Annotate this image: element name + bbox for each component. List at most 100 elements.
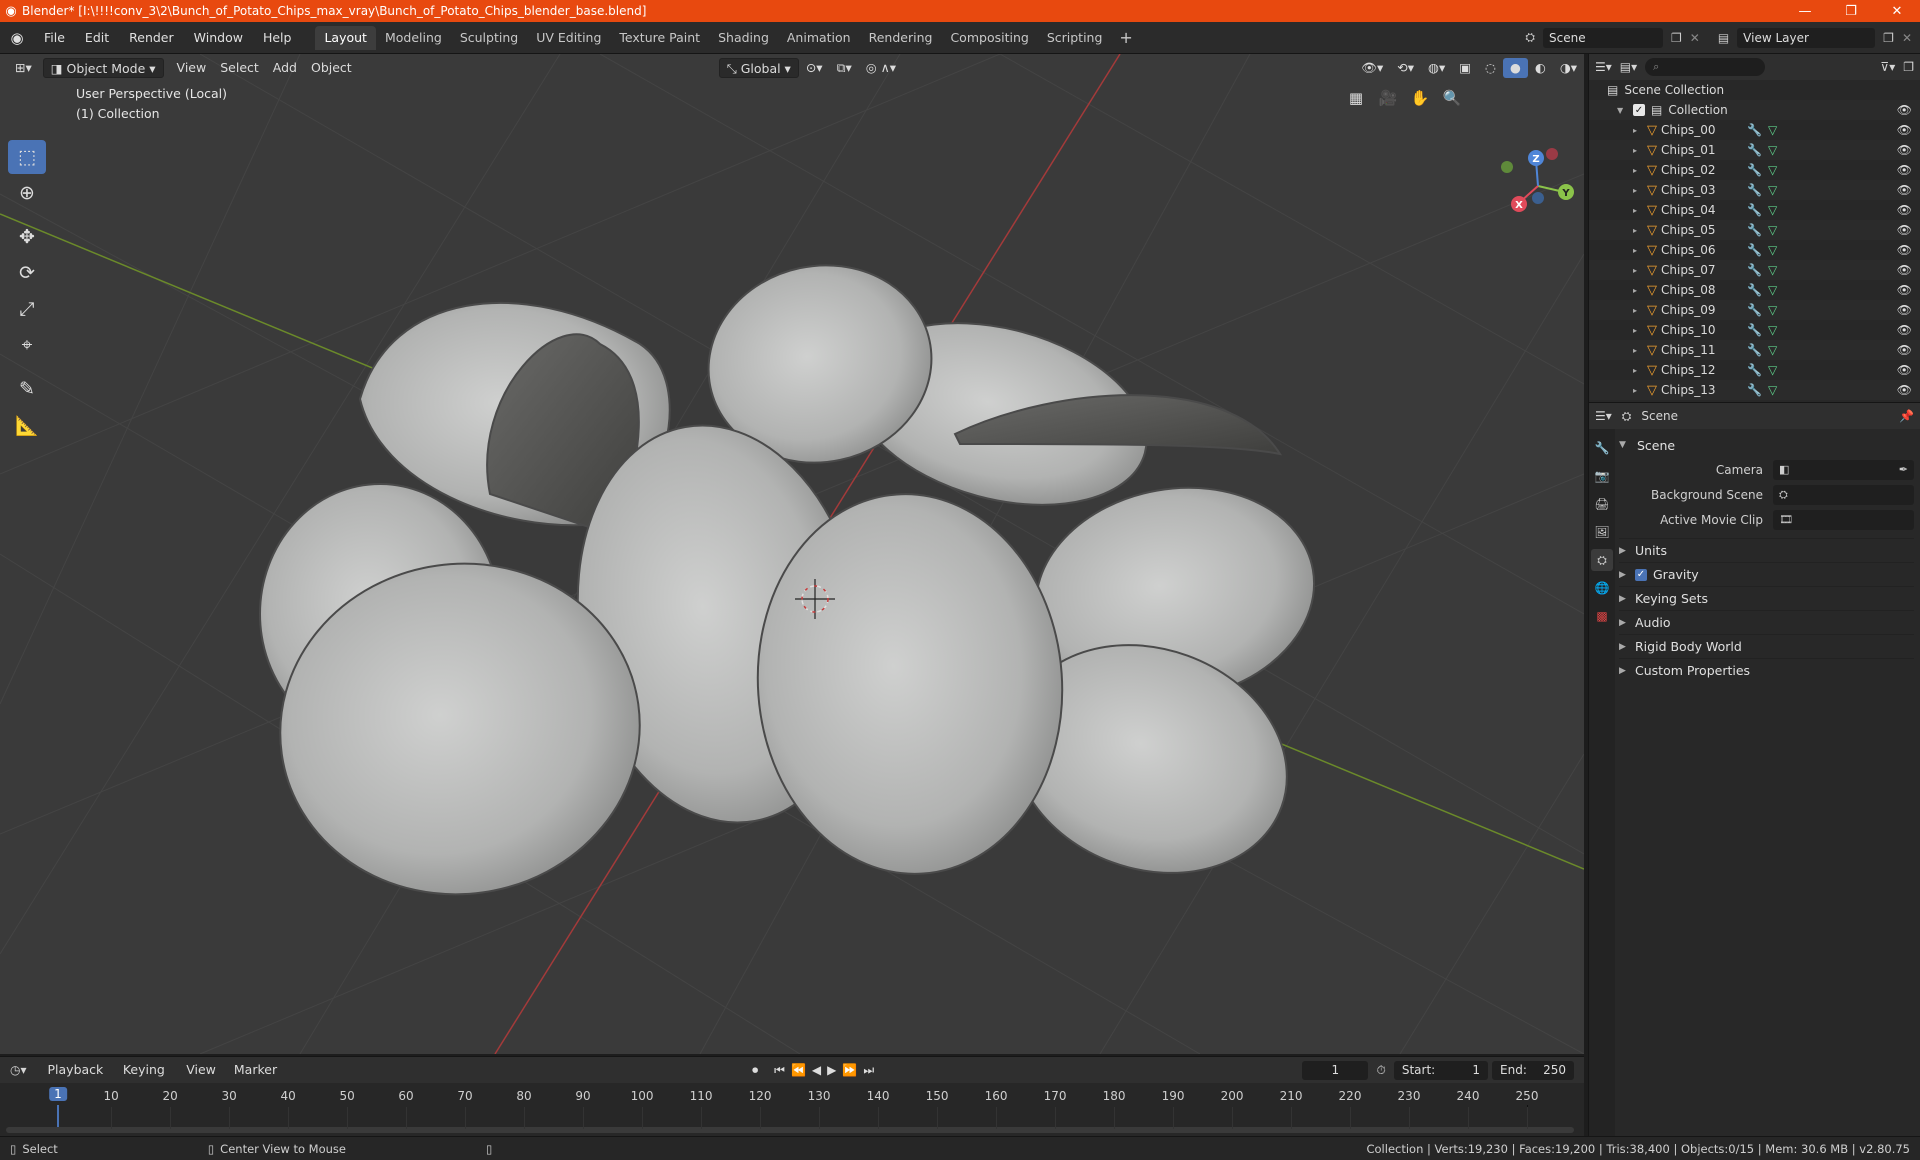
background-scene-field[interactable]: ⛭ — [1773, 484, 1914, 505]
menu-window[interactable]: Window — [184, 26, 253, 50]
outliner-search-input[interactable]: ⌕ — [1645, 58, 1766, 76]
menu-marker[interactable]: Marker — [227, 1060, 284, 1080]
expand-object-icon[interactable]: ▸ — [1633, 226, 1643, 235]
outliner-object-row[interactable]: ▸ ▽ Chips_05 🔧 ▽ 👁 — [1589, 220, 1920, 240]
outliner-object-row[interactable]: ▸ ▽ Chips_01 🔧 ▽ 👁 — [1589, 140, 1920, 160]
mesh-data-icon[interactable]: ▽ — [1768, 243, 1777, 257]
outliner-object-row[interactable]: ▸ ▽ Chips_13 🔧 ▽ 👁 — [1589, 380, 1920, 400]
timeline-ruler[interactable]: 1 10 20 30 40 50 60 70 80 90 100 110 120 130 140 150 16… — [0, 1083, 1584, 1137]
expand-object-icon[interactable]: ▸ — [1633, 266, 1643, 275]
delete-view-layer-icon[interactable]: ✕ — [1902, 31, 1912, 45]
modifier-wrench-icon[interactable]: 🔧 — [1747, 163, 1762, 177]
modifier-wrench-icon[interactable]: 🔧 — [1747, 283, 1762, 297]
start-frame-field[interactable]: Start: 1 — [1393, 1060, 1489, 1080]
play-icon[interactable]: ▶ — [827, 1063, 836, 1078]
shading-wireframe-icon[interactable]: ◌ — [1478, 58, 1503, 78]
menu-add[interactable]: Add — [266, 58, 304, 78]
modifier-wrench-icon[interactable]: 🔧 — [1747, 223, 1762, 237]
camera-field[interactable]: ◧ ✒ — [1773, 459, 1914, 480]
properties-editor-type-icon[interactable]: ☰▾ — [1595, 409, 1612, 423]
tool-props-tab-icon[interactable]: 🔧 — [1591, 437, 1613, 459]
preview-range-icon[interactable]: ⏱ — [1376, 1063, 1385, 1078]
outliner-object-row[interactable]: ▸ ▽ Chips_11 🔧 ▽ 👁 — [1589, 340, 1920, 360]
eye-icon[interactable]: 👁 — [1897, 303, 1912, 317]
expand-object-icon[interactable]: ▸ — [1633, 126, 1643, 135]
custom-properties-panel[interactable]: ▶ Custom Properties — [1619, 658, 1914, 682]
transform-tool-icon[interactable]: ⌖ — [8, 328, 46, 362]
eye-icon[interactable]: 👁 — [1897, 323, 1912, 337]
render-props-tab-icon[interactable]: 📷 — [1591, 465, 1613, 487]
overlay-toggle-icon[interactable]: ◍▾ — [1421, 58, 1452, 78]
eye-icon[interactable]: 👁 — [1897, 163, 1912, 177]
tab-uv-editing[interactable]: UV Editing — [527, 26, 610, 50]
audio-panel[interactable]: ▶ Audio — [1619, 610, 1914, 634]
jump-start-icon[interactable]: ⏮ — [774, 1063, 785, 1078]
eye-icon[interactable]: 👁 — [1897, 343, 1912, 357]
current-frame-indicator[interactable]: 1 — [49, 1087, 67, 1101]
menu-view[interactable]: View — [170, 58, 214, 78]
expand-object-icon[interactable]: ▸ — [1633, 326, 1643, 335]
transform-orientation-selector[interactable]: ⤡ Global ▾ — [718, 58, 799, 78]
mesh-data-icon[interactable]: ▽ — [1768, 203, 1777, 217]
annotate-tool-icon[interactable]: ✎ — [8, 372, 46, 406]
expand-object-icon[interactable]: ▸ — [1633, 146, 1643, 155]
record-icon[interactable]: ⏺ — [752, 1063, 758, 1078]
close-button[interactable]: ✕ — [1874, 0, 1920, 22]
mesh-data-icon[interactable]: ▽ — [1768, 383, 1777, 397]
modifier-wrench-icon[interactable]: 🔧 — [1747, 123, 1762, 137]
eye-icon[interactable]: 👁 — [1897, 203, 1912, 217]
modifier-wrench-icon[interactable]: 🔧 — [1747, 143, 1762, 157]
gizmo-toggle-icon[interactable]: ⟲▾ — [1390, 58, 1421, 78]
pan-hand-icon[interactable]: ✋ — [1408, 86, 1432, 110]
modifier-wrench-icon[interactable]: 🔧 — [1747, 363, 1762, 377]
scale-tool-icon[interactable]: ⤢ — [8, 292, 46, 326]
new-view-layer-icon[interactable]: ❐ — [1883, 31, 1894, 45]
current-frame-field[interactable]: 1 — [1302, 1060, 1369, 1080]
filter-icon[interactable]: ⊽▾ — [1880, 60, 1895, 74]
pin-icon[interactable]: 📌 — [1899, 409, 1914, 423]
mesh-data-icon[interactable]: ▽ — [1768, 343, 1777, 357]
menu-help[interactable]: Help — [253, 26, 302, 50]
scene-panel-header[interactable]: ▼ Scene — [1619, 433, 1914, 457]
modifier-wrench-icon[interactable]: 🔧 — [1747, 263, 1762, 277]
outliner-object-row[interactable]: ▸ ▽ Chips_10 🔧 ▽ 👁 — [1589, 320, 1920, 340]
tab-scripting[interactable]: Scripting — [1038, 26, 1112, 50]
collection-include-checkbox[interactable]: ✓ — [1633, 104, 1645, 116]
menu-object[interactable]: Object — [304, 58, 359, 78]
modifier-wrench-icon[interactable]: 🔧 — [1747, 343, 1762, 357]
gravity-panel[interactable]: ▶ ✓ Gravity — [1619, 562, 1914, 586]
tab-layout[interactable]: Layout — [315, 25, 376, 50]
eye-icon[interactable]: 👁 — [1897, 223, 1912, 237]
menu-render[interactable]: Render — [119, 26, 184, 50]
tab-rendering[interactable]: Rendering — [860, 26, 942, 50]
delete-scene-icon[interactable]: ✕ — [1690, 31, 1700, 45]
mesh-data-icon[interactable]: ▽ — [1768, 323, 1777, 337]
menu-file[interactable]: File — [34, 26, 75, 50]
mesh-data-icon[interactable]: ▽ — [1768, 123, 1777, 137]
shading-rendered-icon[interactable]: ◑▾ — [1553, 58, 1584, 78]
menu-keying[interactable]: Keying ▾ — [116, 1060, 175, 1097]
modifier-wrench-icon[interactable]: 🔧 — [1747, 203, 1762, 217]
maximize-button[interactable]: ❐ — [1828, 0, 1874, 22]
visibility-icon[interactable]: 👁▾ — [1354, 58, 1390, 78]
outliner-object-row[interactable]: ▸ ▽ Chips_07 🔧 ▽ 👁 — [1589, 260, 1920, 280]
play-reverse-icon[interactable]: ◀ — [812, 1063, 821, 1078]
expand-object-icon[interactable]: ▸ — [1633, 286, 1643, 295]
modifier-wrench-icon[interactable]: 🔧 — [1747, 303, 1762, 317]
expand-object-icon[interactable]: ▸ — [1633, 386, 1643, 395]
menu-playback[interactable]: Playback ▾ — [41, 1060, 112, 1097]
new-collection-icon[interactable]: ❐ — [1903, 60, 1914, 74]
eye-icon[interactable]: 👁 — [1897, 383, 1912, 397]
add-workspace-button[interactable]: + — [1111, 26, 1140, 50]
mesh-data-icon[interactable]: ▽ — [1768, 303, 1777, 317]
scene-collection-row[interactable]: ▤ Scene Collection — [1589, 80, 1920, 100]
grid-view-icon[interactable]: ▦ — [1344, 86, 1368, 110]
texture-props-tab-icon[interactable]: ▩ — [1591, 605, 1613, 627]
timeline-editor-type-icon[interactable]: ◷▾ — [10, 1063, 27, 1077]
proportional-edit-icon[interactable]: ◎ ∧▾ — [859, 58, 903, 78]
view-layer-props-tab-icon[interactable]: 🖼 — [1591, 521, 1613, 543]
outliner-object-row[interactable]: ▸ ▽ Chips_02 🔧 ▽ 👁 — [1589, 160, 1920, 180]
blender-menu-icon[interactable]: ◉ — [0, 29, 34, 47]
outliner-object-row[interactable]: ▸ ▽ Chips_03 🔧 ▽ 👁 — [1589, 180, 1920, 200]
tab-shading[interactable]: Shading — [709, 26, 778, 50]
